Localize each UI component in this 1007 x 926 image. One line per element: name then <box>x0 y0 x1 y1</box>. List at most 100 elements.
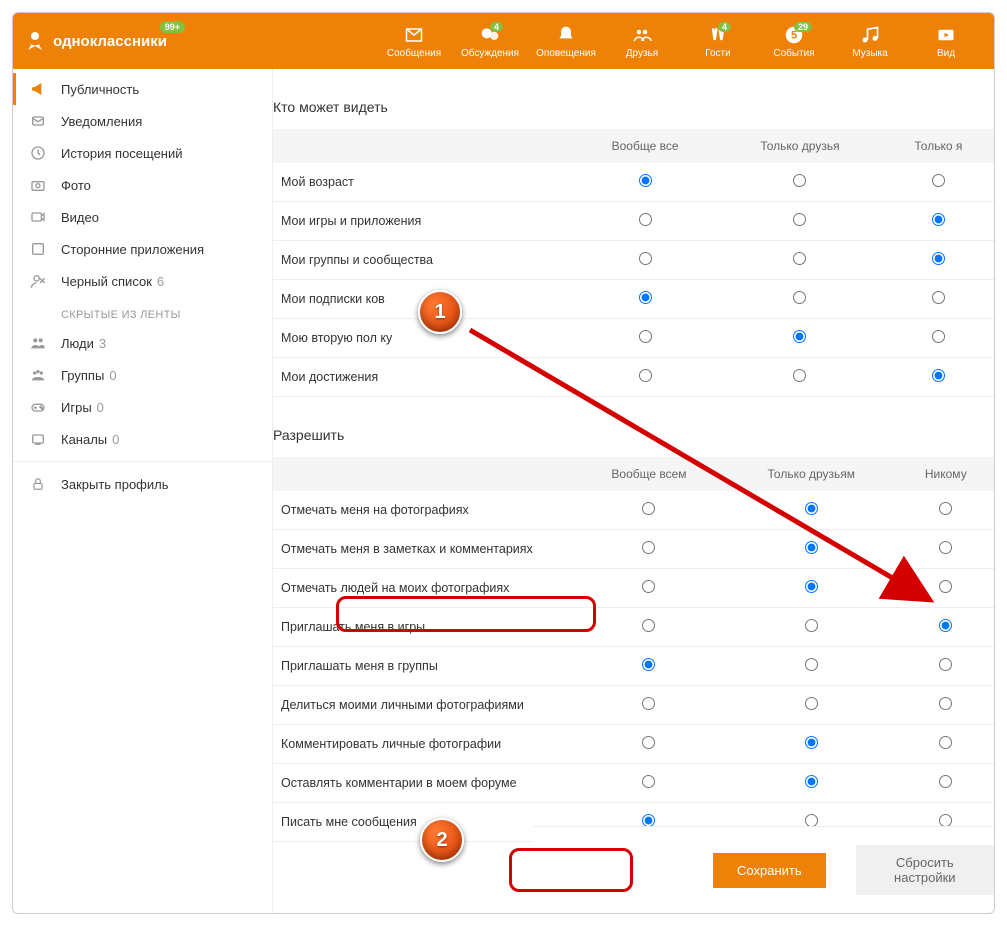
sidebar-item-label: Каналы <box>61 432 107 447</box>
logo[interactable]: одноклассники 99+ <box>23 29 167 53</box>
content: Кто может видеть Вообще всеТолько друзья… <box>273 69 994 913</box>
option-radio[interactable] <box>932 174 945 187</box>
nav-label: Гости <box>705 48 730 59</box>
nav-label: Обсуждения <box>461 48 519 59</box>
nav-badge: 29 <box>794 22 812 32</box>
option-radio[interactable] <box>939 541 952 554</box>
option-radio[interactable] <box>642 580 655 593</box>
nav-notifications[interactable]: Оповещения <box>528 24 604 59</box>
option-radio[interactable] <box>642 736 655 749</box>
option-radio[interactable] <box>793 213 806 226</box>
option-radio[interactable] <box>642 502 655 515</box>
option-radio[interactable] <box>939 697 952 710</box>
option-radio[interactable] <box>639 330 652 343</box>
option-radio[interactable] <box>805 697 818 710</box>
sidebar-item-publicity[interactable]: Публичность <box>13 73 272 105</box>
nav-guests[interactable]: Гости4 <box>680 24 756 59</box>
sidebar-close-profile[interactable]: Закрыть профиль <box>13 468 272 500</box>
nav-label: Друзья <box>626 48 658 59</box>
option-radio[interactable] <box>805 580 818 593</box>
nav-friends[interactable]: Друзья <box>604 24 680 59</box>
sidebar-item-people[interactable]: Люди 3 <box>13 327 272 359</box>
sidebar-hidden-heading: СКРЫТЫЕ ИЗ ЛЕНТЫ <box>13 297 272 327</box>
option-radio[interactable] <box>805 502 818 515</box>
option-radio[interactable] <box>939 580 952 593</box>
option-radio[interactable] <box>805 541 818 554</box>
option-radio[interactable] <box>939 736 952 749</box>
sidebar-item-photo[interactable]: Фото <box>13 169 272 201</box>
option-radio[interactable] <box>639 174 652 187</box>
table-row: Мои подписки ков <box>273 280 994 319</box>
option-radio[interactable] <box>642 541 655 554</box>
option-radio[interactable] <box>939 619 952 632</box>
sidebar-item-channels[interactable]: Каналы 0 <box>13 423 272 455</box>
reset-button[interactable]: Сбросить настройки <box>856 845 994 895</box>
top-nav: Сообщения Обсуждения4 Оповещения Друзья Гост… <box>376 24 984 59</box>
sidebar-item-label: Люди <box>61 336 94 351</box>
option-radio[interactable] <box>793 330 806 343</box>
sidebar-item-count: 3 <box>99 336 106 351</box>
option-radio[interactable] <box>805 736 818 749</box>
history-icon <box>29 145 47 161</box>
nav-discussions[interactable]: Обсуждения4 <box>452 24 528 59</box>
option-radio[interactable] <box>805 775 818 788</box>
option-radio[interactable] <box>642 775 655 788</box>
option-radio[interactable] <box>793 174 806 187</box>
section-title: Разрешить <box>273 427 994 457</box>
option-radio[interactable] <box>939 658 952 671</box>
row-label: Оставлять комментарии в моем форуме <box>273 764 573 803</box>
option-radio[interactable] <box>639 213 652 226</box>
sidebar-item-groups[interactable]: Группы0 <box>13 359 272 391</box>
sidebar-item-history[interactable]: История посещений <box>13 137 272 169</box>
brand-text: одноклассники <box>53 33 167 50</box>
nav-video[interactable]: Вид <box>908 24 984 59</box>
sidebar-item-apps[interactable]: Сторонние приложения <box>13 233 272 265</box>
option-radio[interactable] <box>793 369 806 382</box>
nav-messages[interactable]: Сообщения <box>376 24 452 59</box>
col-header: Никому <box>898 457 994 491</box>
option-radio[interactable] <box>932 213 945 226</box>
option-radio[interactable] <box>793 291 806 304</box>
annotation-step-2: 2 <box>420 818 464 862</box>
col-label <box>273 129 573 163</box>
option-radio[interactable] <box>642 619 655 632</box>
option-radio[interactable] <box>932 291 945 304</box>
option-radio[interactable] <box>642 697 655 710</box>
option-radio[interactable] <box>932 252 945 265</box>
option-radio[interactable] <box>932 330 945 343</box>
table-row: Комментировать личные фотографии <box>273 725 994 764</box>
row-label: Отмечать меня в заметках и комментариях <box>273 530 573 569</box>
option-radio[interactable] <box>939 502 952 515</box>
sidebar-item-label: Видео <box>61 210 99 225</box>
table-row: Делиться моими личными фотографиями <box>273 686 994 725</box>
music-icon <box>860 24 880 46</box>
table-row: Отмечать людей на моих фотографиях <box>273 569 994 608</box>
nav-label: Сообщения <box>387 48 441 59</box>
sidebar-item-label: Игры <box>61 400 92 415</box>
option-radio[interactable] <box>639 252 652 265</box>
header: одноклассники 99+ Сообщения Обсуждения4 Оп… <box>13 13 994 69</box>
option-radio[interactable] <box>642 658 655 671</box>
nav-label: События <box>773 48 814 59</box>
sidebar-item-games[interactable]: Игры0 <box>13 391 272 423</box>
sidebar-item-video[interactable]: Видео <box>13 201 272 233</box>
option-radio[interactable] <box>932 369 945 382</box>
blacklist-icon <box>29 273 47 289</box>
option-radio[interactable] <box>639 291 652 304</box>
nav-music[interactable]: Музыка <box>832 24 908 59</box>
table-row: Приглашать меня в группы <box>273 647 994 686</box>
sidebar-item-blacklist[interactable]: Черный список6 <box>13 265 272 297</box>
option-radio[interactable] <box>639 369 652 382</box>
video-icon <box>934 24 958 46</box>
option-radio[interactable] <box>793 252 806 265</box>
see-table: Вообще всеТолько друзьяТолько яМой возра… <box>273 129 994 397</box>
sidebar-item-label: Группы <box>61 368 104 383</box>
nav-events[interactable]: 5События29 <box>756 24 832 59</box>
option-radio[interactable] <box>805 619 818 632</box>
option-radio[interactable] <box>939 775 952 788</box>
nav-label: Оповещения <box>536 48 596 59</box>
sidebar-item-count: 0 <box>112 432 119 447</box>
option-radio[interactable] <box>805 658 818 671</box>
sidebar-item-notifications[interactable]: Уведомления <box>13 105 272 137</box>
save-button[interactable]: Сохранить <box>713 853 826 888</box>
